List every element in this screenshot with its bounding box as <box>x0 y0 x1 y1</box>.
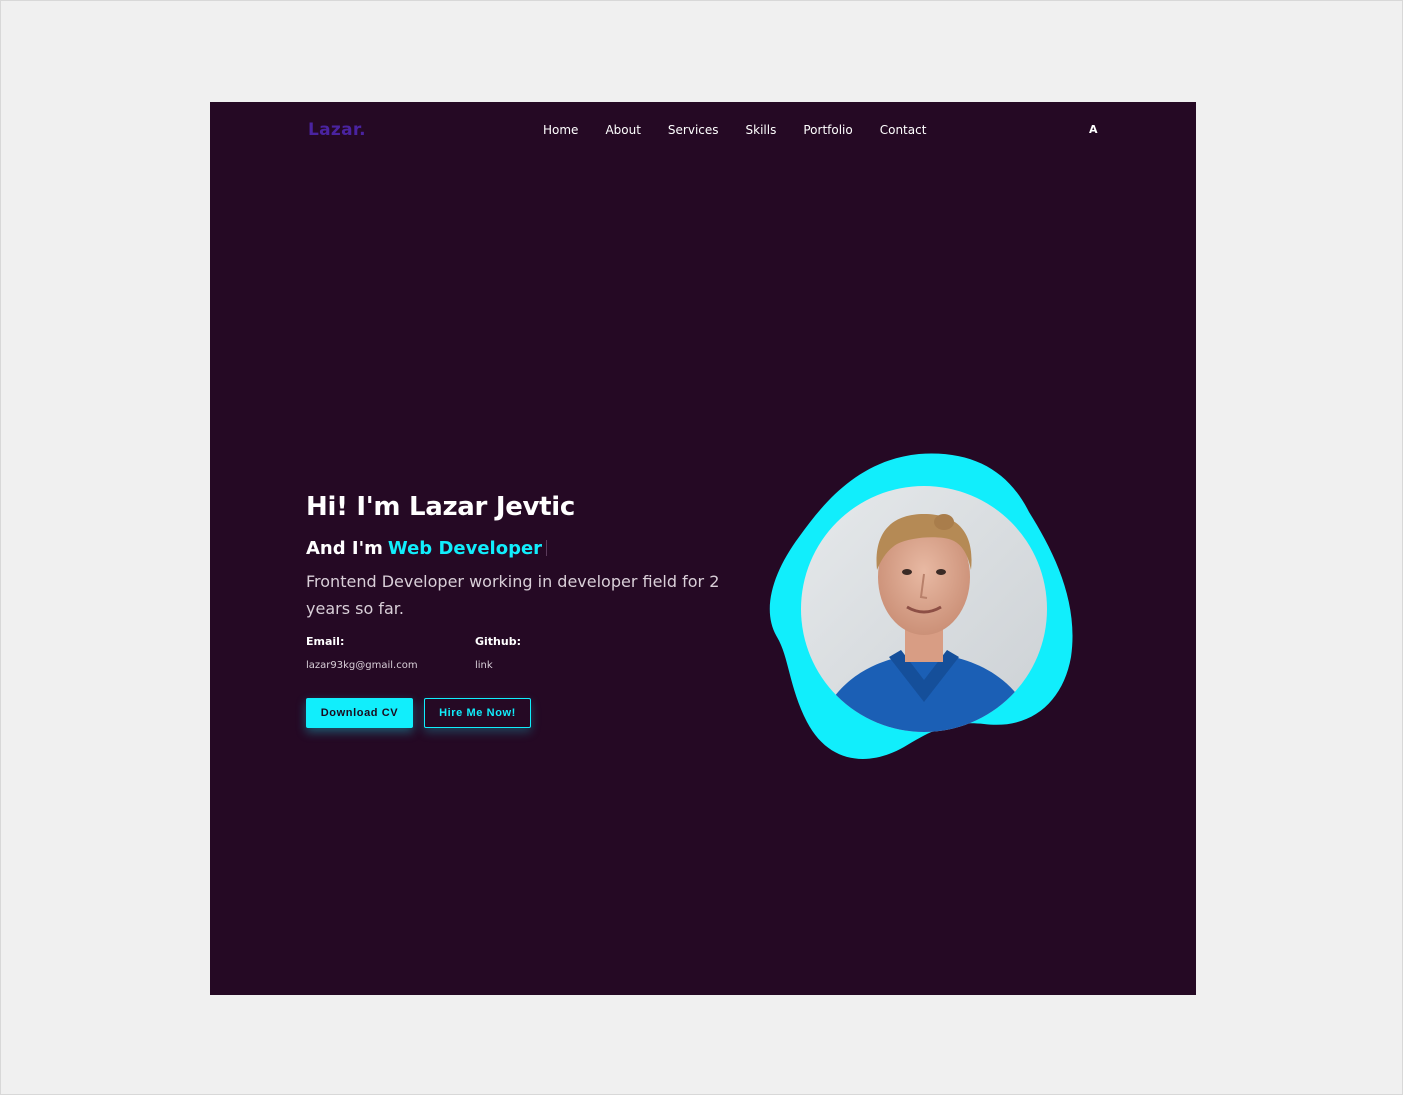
github-link[interactable]: link <box>475 660 493 671</box>
hero-title: Hi! I'm Lazar Jevtic <box>306 492 576 522</box>
hero-image <box>769 452 1075 762</box>
navbar: Lazar. Home About Services Skills Portfo… <box>210 102 1196 160</box>
hero-subtitle-prefix: And I'm <box>306 538 383 559</box>
hire-me-button[interactable]: Hire Me Now! <box>424 698 531 728</box>
hero-role: Web Developer <box>387 538 543 559</box>
profile-photo <box>801 486 1047 732</box>
download-cv-button[interactable]: Download CV <box>306 698 413 728</box>
nav-links: Home About Services Skills Portfolio Con… <box>543 123 926 137</box>
nav-link-contact[interactable]: Contact <box>880 123 927 137</box>
nav-right-button[interactable]: A <box>1089 123 1098 136</box>
hero-description: Frontend Developer working in developer … <box>306 572 720 618</box>
nav-link-portfolio[interactable]: Portfolio <box>803 123 852 137</box>
typing-caret <box>546 540 548 556</box>
nav-link-services[interactable]: Services <box>668 123 719 137</box>
nav-link-skills[interactable]: Skills <box>746 123 777 137</box>
email-value[interactable]: lazar93kg@gmail.com <box>306 660 418 671</box>
nav-link-home[interactable]: Home <box>543 123 578 137</box>
email-label: Email: <box>306 635 345 648</box>
hero-subtitle: And I'm Web Developer <box>306 538 548 559</box>
nav-link-about[interactable]: About <box>605 123 640 137</box>
portfolio-page: Lazar. Home About Services Skills Portfo… <box>210 102 1196 995</box>
logo[interactable]: Lazar. <box>308 120 366 140</box>
github-label: Github: <box>475 635 521 648</box>
screenshot-frame: Lazar. Home About Services Skills Portfo… <box>0 0 1403 1095</box>
